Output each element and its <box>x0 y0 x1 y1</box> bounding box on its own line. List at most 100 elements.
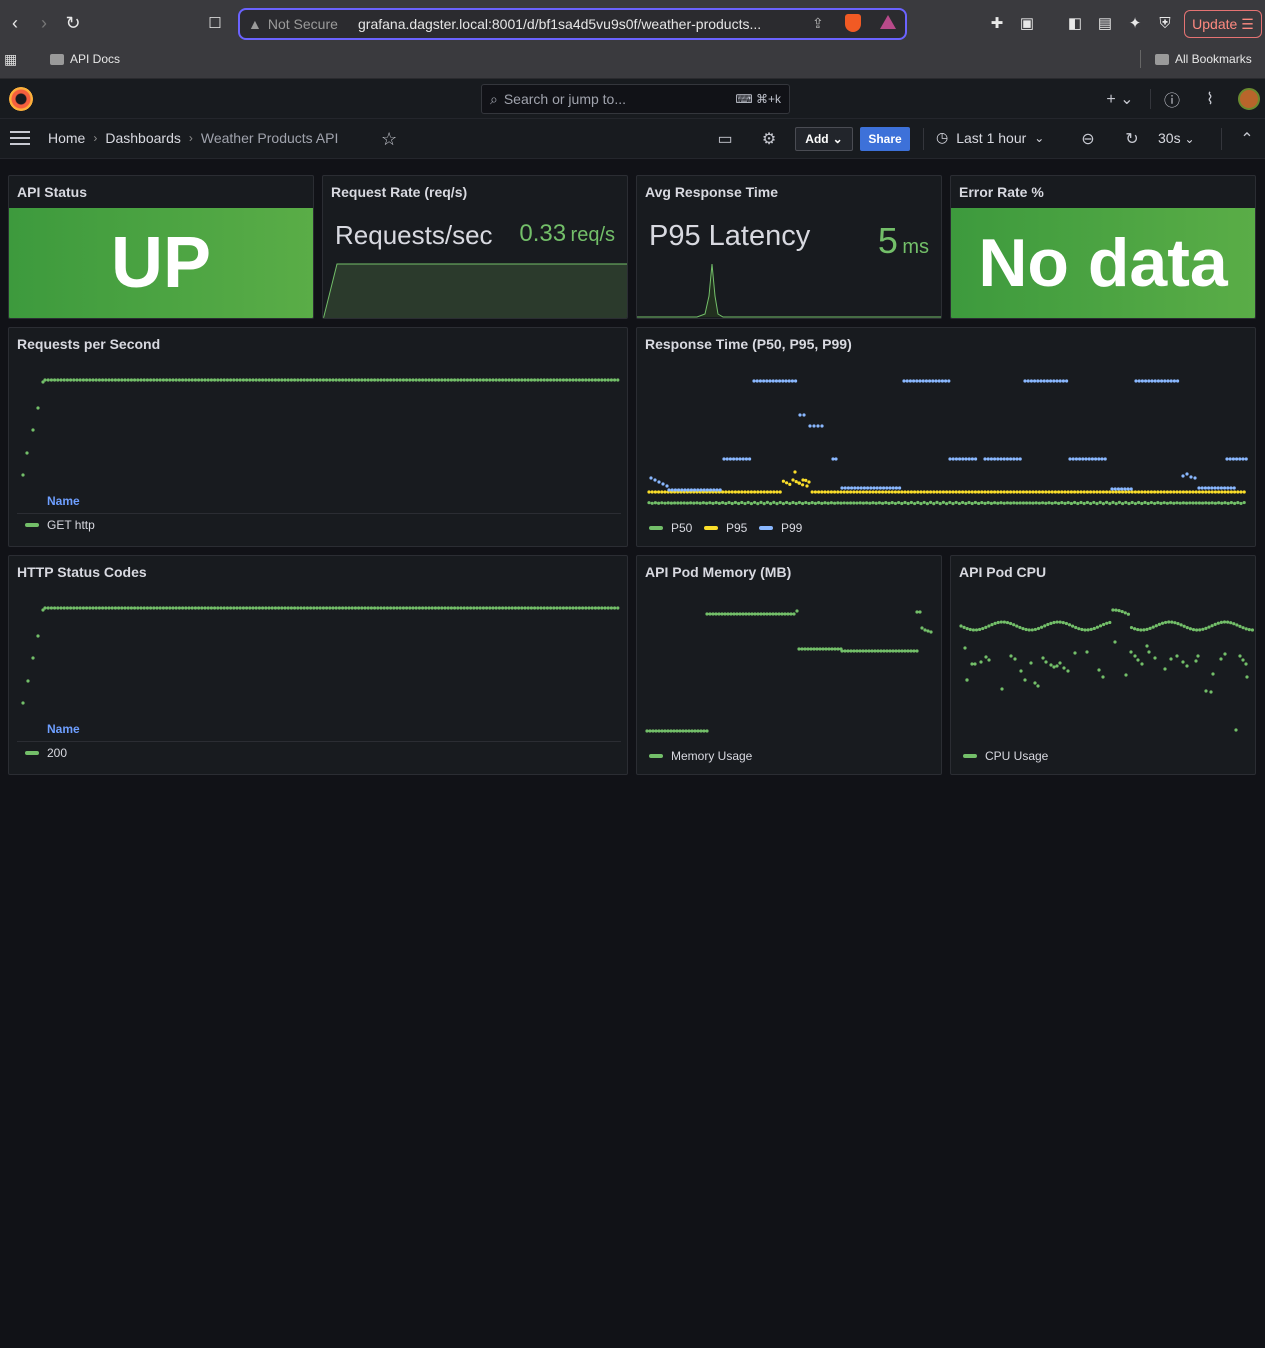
series-point <box>1207 486 1211 490</box>
hamburger-menu-icon[interactable] <box>10 131 30 145</box>
legend-item[interactable]: Memory Usage <box>649 749 752 763</box>
share-button[interactable]: Share <box>860 127 910 151</box>
series-point <box>1238 654 1242 658</box>
series-point <box>1133 627 1137 631</box>
series-point <box>1129 650 1133 654</box>
series-point <box>805 484 809 488</box>
add-button[interactable]: Add ⌄ <box>795 127 853 151</box>
legend-item-p99[interactable]: P99 <box>759 521 802 535</box>
series-point <box>1220 490 1224 494</box>
series-point <box>701 501 705 505</box>
series-point <box>94 606 98 610</box>
series-point <box>1191 501 1195 505</box>
series-point <box>714 612 718 616</box>
zoom-out-icon[interactable]: ⊖ <box>1078 129 1098 149</box>
series-point <box>1235 457 1239 461</box>
not-secure-indicator[interactable]: ▲ Not Secure <box>248 16 338 32</box>
share-page-icon[interactable]: ⇪ <box>812 15 824 32</box>
legend-item-p95[interactable]: P95 <box>704 521 747 535</box>
panel-http-status-codes[interactable]: HTTP Status Codes Name 200 <box>8 555 628 775</box>
address-bar[interactable]: ▲ Not Secure grafana.dagster.local:8001/d… <box>238 8 907 40</box>
reload-icon[interactable]: ↻ <box>62 12 84 34</box>
wallet-icon[interactable]: ▤ <box>1094 12 1116 34</box>
bookmark-icon[interactable]: ☐ <box>204 12 226 34</box>
series-point <box>661 482 665 486</box>
series-point <box>373 606 377 610</box>
url-text[interactable]: grafana.dagster.local:8001/d/bf1sa4d5vu9… <box>358 16 798 32</box>
series-point <box>849 649 853 653</box>
collapse-chevron-up-icon[interactable]: ⌃ <box>1237 129 1257 149</box>
series-point <box>1130 490 1134 494</box>
leo-ai-icon[interactable]: ✦ <box>1124 12 1146 34</box>
series-point <box>232 606 236 610</box>
series-point <box>727 500 731 505</box>
back-icon[interactable]: ‹ <box>4 12 26 34</box>
forward-icon[interactable]: › <box>33 12 55 34</box>
panel-error-rate[interactable]: Error Rate % No data <box>950 175 1256 319</box>
help-icon[interactable]: ⓘ <box>1162 89 1182 110</box>
series-point <box>816 424 820 428</box>
save-icon[interactable]: ▭ <box>715 129 735 149</box>
series-point <box>305 378 309 382</box>
series-point <box>1057 490 1061 494</box>
settings-gear-icon[interactable]: ⚙ <box>759 129 779 149</box>
series-point <box>293 378 297 382</box>
panel-response-time[interactable]: Response Time (P50, P95, P99) P50 P95 P9… <box>636 327 1256 547</box>
series-point <box>1129 625 1134 630</box>
panel-request-rate[interactable]: Request Rate (req/s) Requests/sec 0.33 r… <box>322 175 628 319</box>
bookmark-api-docs[interactable]: API Docs <box>50 52 120 66</box>
series-point <box>1005 620 1010 625</box>
series-point <box>1201 627 1205 631</box>
legend-item[interactable]: 200 <box>25 746 67 760</box>
brave-shield-icon[interactable] <box>845 14 861 32</box>
search-input[interactable]: ⌕ Search or jump to... ⌨ ⌘+k <box>481 84 790 114</box>
panel-pod-cpu[interactable]: API Pod CPU CPU Usage <box>950 555 1256 775</box>
series-point <box>120 378 124 382</box>
update-button[interactable]: Update ☰ <box>1184 10 1262 38</box>
user-avatar[interactable] <box>1238 88 1260 110</box>
new-menu-button[interactable]: + ⌄ <box>1103 89 1137 109</box>
legend-item-p50[interactable]: P50 <box>649 521 692 535</box>
grafana-logo-icon[interactable] <box>9 87 33 111</box>
series-point <box>31 428 35 432</box>
sidebar-icon[interactable]: ◧ <box>1064 12 1086 34</box>
panel-pod-memory[interactable]: API Pod Memory (MB) Memory Usage <box>636 555 942 775</box>
vpn-icon[interactable]: ⛨ <box>1154 12 1176 34</box>
series-point <box>606 378 610 382</box>
series-point <box>1241 658 1245 662</box>
series-point <box>459 606 463 610</box>
extensions-icon[interactable]: ✚ <box>986 12 1008 34</box>
series-point <box>882 649 886 653</box>
series-point <box>507 606 511 610</box>
star-icon[interactable]: ☆ <box>381 129 397 150</box>
series-point <box>545 378 550 382</box>
reader-icon[interactable]: ▣ <box>1016 12 1038 34</box>
panel-requests-per-second[interactable]: Requests per Second Name GET http <box>8 327 628 547</box>
panel-api-status[interactable]: API Status UP <box>8 175 314 319</box>
time-range-picker[interactable]: ◷ Last 1 hour ⌄ <box>936 129 1044 146</box>
series-point <box>590 606 594 610</box>
legend-item[interactable]: CPU Usage <box>963 749 1048 763</box>
series-point <box>1124 500 1128 505</box>
news-feed-icon[interactable]: ⌇ <box>1200 89 1220 109</box>
breadcrumb-home[interactable]: Home <box>48 130 85 146</box>
series-point <box>788 501 792 506</box>
brave-rewards-icon[interactable] <box>880 15 896 29</box>
series-point <box>888 486 892 490</box>
series-point <box>795 609 799 613</box>
series-point <box>830 647 834 651</box>
bookmark-all-bookmarks[interactable]: All Bookmarks <box>1155 52 1252 66</box>
series-point <box>753 490 757 494</box>
series-point <box>97 378 101 382</box>
series-point <box>1063 501 1067 506</box>
refresh-interval-picker[interactable]: 30s ⌄ <box>1158 130 1195 146</box>
apps-grid-icon[interactable]: ▦ <box>4 51 17 68</box>
series-point <box>906 490 910 494</box>
legend-item[interactable]: GET http <box>25 518 95 532</box>
series-point <box>909 490 913 494</box>
series-point <box>746 500 750 505</box>
panel-avg-response-time[interactable]: Avg Response Time P95 Latency 5 ms <box>636 175 942 319</box>
refresh-icon[interactable]: ↻ <box>1122 129 1142 149</box>
breadcrumb-dashboards[interactable]: Dashboards <box>105 130 181 146</box>
stat-value: No data <box>951 208 1255 318</box>
